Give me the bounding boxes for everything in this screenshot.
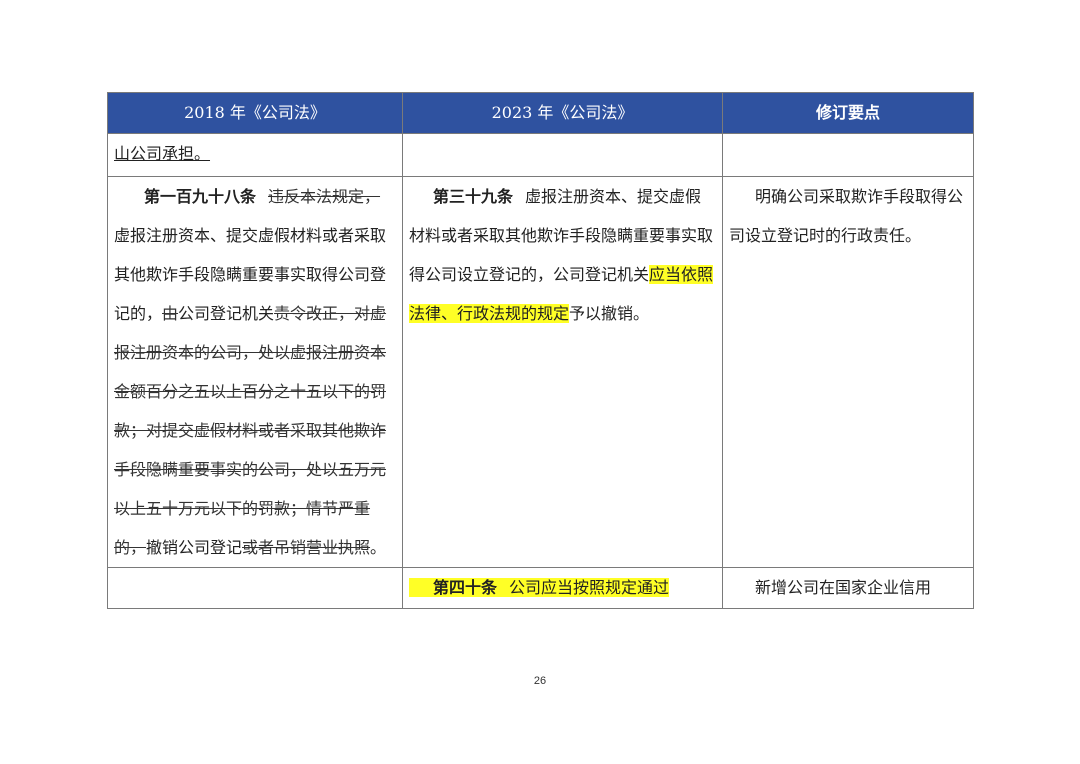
cell-2018: 第一百九十八条 违反本法规定，虚报注册资本、提交虚假材料或者采取其他欺诈手段隐瞒重…	[107, 176, 403, 568]
deleted-text: 或者吊销营业执照	[242, 538, 371, 557]
table-row: 第一百九十八条 违反本法规定，虚报注册资本、提交虚假材料或者采取其他欺诈手段隐瞒重…	[107, 176, 974, 568]
cell-2023: 第四十条 公司应当按照规定通过	[402, 567, 723, 609]
cell-2023: 第三十九条 虚报注册资本、提交虚假材料或者采取其他欺诈手段隐瞒重要事实取得公司设立…	[402, 176, 723, 568]
body-text: 公司登记机关	[178, 304, 275, 323]
article-title: 第一百九十八条	[144, 187, 257, 206]
deleted-text: 责令改正，对虚报注册资本的公司，处以虚报注册资本金额百分之五以上百分之十五以下的…	[114, 304, 387, 557]
deleted-text: 由	[162, 304, 179, 323]
article-title: 第四十条	[433, 578, 498, 597]
highlighted-text: 公司应当按照规定通过	[509, 578, 670, 597]
table-row: 山公司承担。	[107, 133, 974, 177]
table-row: 第四十条 公司应当按照规定通过 新增公司在国家企业信用	[107, 567, 974, 609]
cell-notes: 新增公司在国家企业信用	[722, 567, 974, 609]
cell-2018: 山公司承担。	[107, 133, 403, 177]
header-revision-points: 修订要点	[722, 92, 974, 134]
deleted-text: 违反本法规定，	[268, 187, 381, 206]
header-2023: 2023 年《公司法》	[402, 92, 723, 134]
cell-notes: 明确公司采取欺诈手段取得公司设立登记时的行政责任。	[722, 176, 974, 568]
body-text: 予以撤销。	[569, 304, 650, 323]
body-text: 。	[370, 538, 387, 557]
body-text: 撤销公司登记	[146, 538, 243, 557]
article-title: 第三十九条	[433, 187, 514, 206]
header-row: 2018 年《公司法》 2023 年《公司法》 修订要点	[107, 92, 974, 134]
cell-notes	[722, 133, 974, 177]
header-2018: 2018 年《公司法》	[107, 92, 403, 134]
page-number: 26	[533, 675, 547, 687]
cell-2023	[402, 133, 723, 177]
comparison-table: 2018 年《公司法》 2023 年《公司法》 修订要点 山公司承担。 第一百九…	[107, 92, 974, 609]
cell-2018	[107, 567, 403, 609]
